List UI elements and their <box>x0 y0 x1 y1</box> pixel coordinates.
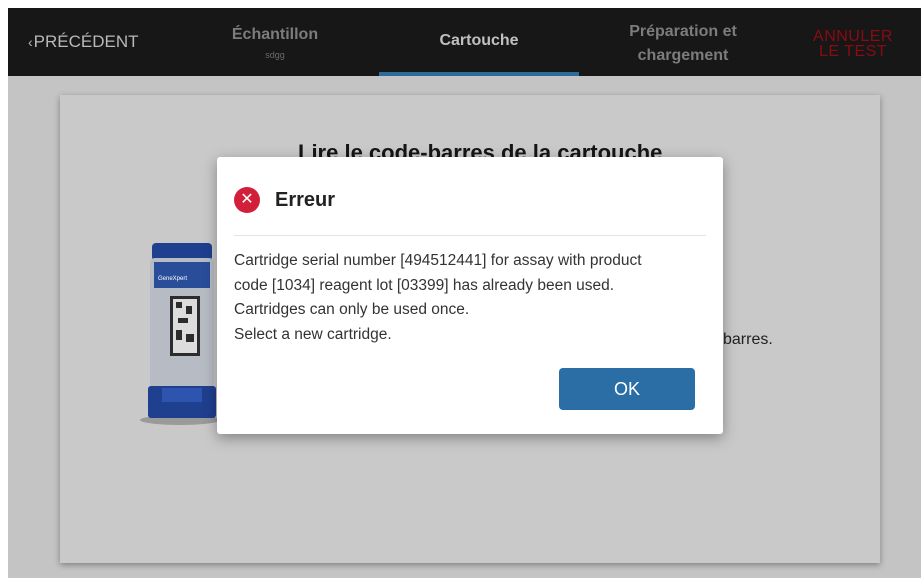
dialog-header: ✕ Erreur <box>234 185 335 215</box>
step-preparation-title: Préparation et chargement <box>593 20 773 68</box>
step-preparation[interactable]: Préparation et chargement <box>593 8 773 76</box>
cartridge-illustration: GeneXpert <box>140 243 220 425</box>
dialog-message-line: Cartridges can only be used once. <box>234 301 470 318</box>
top-nav-bar: ‹PRÉCÉDENT Échantillon sdgg Cartouche Pr… <box>8 8 921 76</box>
ok-button[interactable]: OK <box>559 368 695 410</box>
app-window: ‹PRÉCÉDENT Échantillon sdgg Cartouche Pr… <box>8 8 921 578</box>
back-label: PRÉCÉDENT <box>33 32 139 51</box>
dialog-message-line: code [1034] reagent lot [03399] has alre… <box>234 276 615 294</box>
dialog-title: Erreur <box>275 188 336 211</box>
step-sample[interactable]: Échantillon sdgg <box>220 8 330 76</box>
step-sample-subtitle: sdgg <box>265 50 285 60</box>
step-cartridge-title: Cartouche <box>439 32 519 49</box>
instruction-text: barres. <box>723 331 773 348</box>
error-dialog: ✕ Erreur Cartridge serial number [494512… <box>217 157 723 434</box>
step-preparation-line2: chargement <box>637 47 729 64</box>
dialog-message: Cartridge serial number [494512441] for … <box>234 249 704 347</box>
error-x-icon: ✕ <box>234 187 260 213</box>
step-sample-title: Échantillon <box>231 26 319 43</box>
dialog-divider <box>234 235 706 236</box>
cancel-test-line2: LE TEST <box>818 43 888 60</box>
cancel-test-line1: ANNULER <box>813 28 893 45</box>
step-cartridge[interactable]: Cartouche <box>379 8 579 76</box>
dialog-message-line: Select a new cartridge. <box>234 325 392 343</box>
step-preparation-line1: Préparation et <box>629 23 737 40</box>
dialog-message-line: Cartridge serial number [494512441] for … <box>234 252 642 269</box>
back-button[interactable]: ‹PRÉCÉDENT <box>28 32 139 52</box>
cancel-test-button[interactable]: ANNULER LE TEST <box>798 28 908 60</box>
active-step-indicator <box>379 72 579 76</box>
cartridge-brand: GeneXpert <box>158 276 187 282</box>
chevron-left-icon: ‹ <box>28 34 33 50</box>
